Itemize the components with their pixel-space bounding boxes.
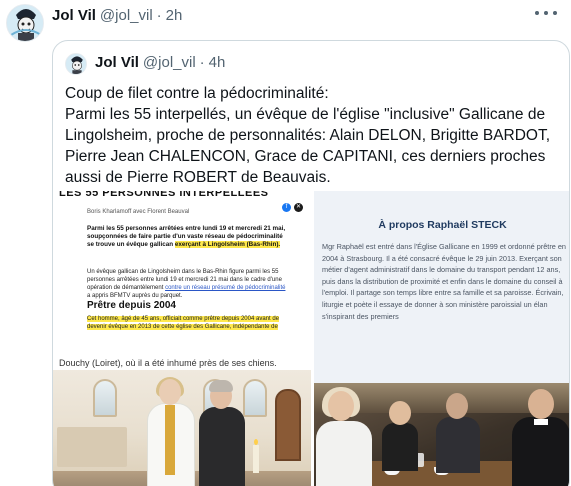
- head: [446, 393, 468, 419]
- article-heading: LES 55 PERSONNES INTERPELLÉES: [59, 191, 269, 199]
- timestamp[interactable]: 2h: [166, 7, 183, 24]
- person-in-white-robe: [145, 377, 197, 486]
- x-icon: ✕: [294, 203, 303, 212]
- body: [382, 423, 418, 471]
- head: [159, 379, 181, 405]
- media-photo-church[interactable]: Douchy (Loiret), où il a été inhumé près…: [53, 357, 311, 486]
- person: [380, 401, 420, 471]
- photo-caption: Douchy (Loiret), où il a été inhumé près…: [53, 357, 311, 370]
- article-body-highlight: Cet homme, âgé de 45 ans, officiait comm…: [87, 316, 280, 330]
- article-body-2: Cet homme, âgé de 45 ans, officiait comm…: [87, 315, 287, 331]
- more-dot: [535, 11, 539, 15]
- clerical-collar: [534, 419, 548, 425]
- head: [528, 389, 554, 419]
- quoted-timestamp[interactable]: 4h: [209, 54, 226, 71]
- body: [512, 417, 569, 486]
- jacket: [199, 407, 245, 486]
- head: [328, 391, 354, 421]
- avatar-illustration-icon: [66, 54, 86, 74]
- quoted-text: Coup de filet contre la pédocriminalité:…: [65, 85, 551, 186]
- display-name[interactable]: Jol Vil: [52, 7, 96, 24]
- article-link: contre un réseau présumé de pédocriminal…: [165, 285, 286, 291]
- article-body-text: a appris BFMTV auprès du parquet.: [87, 293, 183, 299]
- handle[interactable]: @jol_vil: [100, 7, 153, 24]
- quoted-header: Jol Vil @jol_vil · 4h: [95, 54, 225, 71]
- body: [316, 421, 372, 486]
- quoted-display-name[interactable]: Jol Vil: [95, 54, 139, 71]
- altar: [57, 427, 127, 467]
- person-blonde: [316, 387, 372, 486]
- stole: [165, 405, 175, 475]
- media-grid: LES 55 PERSONNES INTERPELLÉES Boris Khar…: [53, 191, 569, 486]
- media-about-panel[interactable]: À propos Raphaël STECK Mgr Raphaël est e…: [314, 191, 569, 383]
- more-options-icon[interactable]: [535, 6, 557, 20]
- quoted-avatar[interactable]: [65, 53, 87, 75]
- window: [93, 379, 117, 417]
- article-body-1: Un évêque gallican de Lingolsheim dans l…: [87, 268, 287, 300]
- media-article-screenshot[interactable]: LES 55 PERSONNES INTERPELLÉES Boris Khar…: [53, 191, 311, 357]
- avatar-illustration-icon: [7, 5, 43, 41]
- article-lead-highlight: exerçant à Lingolsheim (Bas-Rhin).: [174, 241, 281, 248]
- article-lead: Parmi les 55 personnes arrêtées entre lu…: [87, 225, 287, 249]
- more-dot: [544, 11, 548, 15]
- quoted-tweet[interactable]: Jol Vil @jol_vil · 4h Coup de filet cont…: [52, 40, 570, 486]
- about-title: À propos Raphaël STECK: [378, 219, 507, 231]
- quoted-handle[interactable]: @jol_vil: [143, 54, 196, 71]
- body: [436, 417, 480, 473]
- facebook-icon: f: [282, 203, 291, 212]
- window: [243, 379, 267, 417]
- person: [434, 393, 480, 473]
- more-dot: [553, 11, 557, 15]
- head: [389, 401, 411, 425]
- article-subheading: Prêtre depuis 2004: [87, 300, 176, 311]
- candle: [253, 439, 259, 473]
- avatar[interactable]: [6, 4, 44, 42]
- person-clergy: [510, 389, 569, 486]
- person-in-dark-jacket: [197, 380, 245, 486]
- tweet[interactable]: Jol Vil @jol_vil · 2h Jol Vil @jol_vil ·…: [0, 0, 571, 486]
- article-byline: Boris Kharlamoff avec Florent Beauval: [87, 209, 190, 215]
- media-photo-restaurant[interactable]: [314, 383, 569, 486]
- separator: ·: [156, 6, 162, 24]
- door: [275, 389, 301, 461]
- article-share-icons: f ✕: [282, 203, 303, 212]
- about-text: Mgr Raphaël est entré dans l'Église Gall…: [322, 242, 566, 321]
- separator: ·: [199, 54, 205, 71]
- hair: [209, 380, 233, 392]
- tweet-header: Jol Vil @jol_vil · 2h: [52, 5, 182, 25]
